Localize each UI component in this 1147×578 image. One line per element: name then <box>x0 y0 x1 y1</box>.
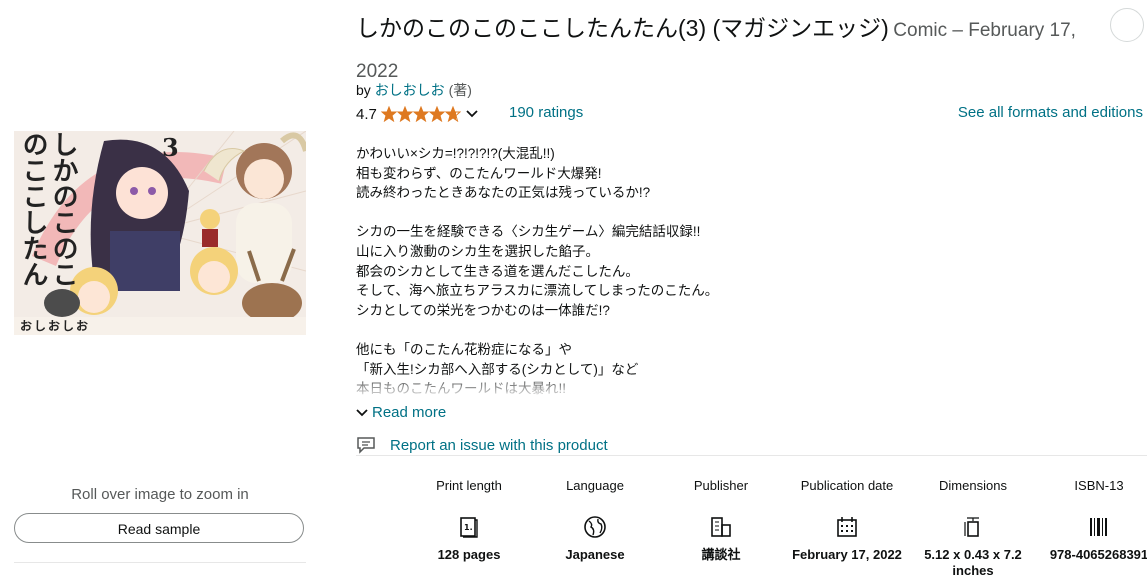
dimensions-icon <box>910 509 1036 545</box>
star-icon <box>380 106 398 122</box>
star-icon <box>396 106 414 122</box>
detail-publisher: Publisher 講談社 <box>658 477 784 563</box>
cover-author-mark: おしおしお <box>20 319 91 333</box>
author-role: (著) <box>448 82 472 98</box>
building-icon <box>658 509 784 545</box>
product-details-carousel: Print length 1. 128 pages Language Japan… <box>406 477 1147 578</box>
description-line <box>356 320 1116 340</box>
book-cover-image[interactable]: しかのこのこのここしたんたん 3 おしおしお <box>14 131 306 335</box>
rating-value: 4.7 <box>356 105 377 123</box>
description-line: 山に入り激動のシカ生を選択した餡子。 <box>356 243 599 259</box>
detail-value: February 17, 2022 <box>792 547 902 562</box>
star-icon <box>444 106 461 122</box>
description-line <box>356 203 1116 223</box>
detail-value: 5.12 x 0.43 x 7.2 inches <box>924 547 1022 578</box>
detail-print-length: Print length 1. 128 pages <box>406 477 532 563</box>
svg-text:1.: 1. <box>464 523 473 532</box>
star-icon <box>412 106 430 122</box>
detail-label: Dimensions <box>939 478 1007 493</box>
star-rating-icon <box>380 106 461 122</box>
chevron-down-icon <box>356 408 368 416</box>
rating-summary[interactable]: 4.7 <box>356 104 479 124</box>
share-button[interactable] <box>1110 8 1144 42</box>
report-issue-link[interactable]: Report an issue with this product <box>356 436 608 454</box>
report-issue-label: Report an issue with this product <box>390 436 608 454</box>
description-line: シカの一生を経験できる〈シカ生ゲーム〉編完結話収録!! <box>356 224 701 240</box>
description-line: かわいい×シカ=!?!?!?!?(大混乱!!) <box>356 146 555 161</box>
description-line: そして、海へ旅立ちアラスカに漂流してしまったのこたん。 <box>356 283 719 299</box>
detail-label: Language <box>566 478 624 493</box>
detail-value: Japanese <box>565 547 625 562</box>
ratings-count-link[interactable]: 190 ratings <box>509 104 583 121</box>
detail-publication-date: Publication date February 17, 2022 <box>784 477 910 563</box>
detail-isbn-13: ISBN-13 978-4065268391 <box>1036 477 1147 563</box>
image-column: しかのこのこのここしたんたん 3 おしおしお Roll over image t… <box>0 0 320 578</box>
byline: by おしおしお (著) <box>356 80 472 100</box>
see-all-formats-link[interactable]: See all formats and editions <box>958 104 1143 121</box>
description-line: シカとしての栄光をつかむのは一体誰だ!? <box>356 302 610 318</box>
description-fade <box>356 372 1116 400</box>
read-sample-button[interactable]: Read sample <box>14 513 304 543</box>
product-title: しかのこのこのここしたんたん(3) (マガジンエッジ) <box>356 15 889 41</box>
globe-icon <box>532 509 658 545</box>
byline-prefix: by <box>356 82 371 98</box>
detail-value: 978-4065268391 <box>1049 547 1147 562</box>
cover-volume-number: 3 <box>162 133 179 162</box>
detail-label: ISBN-13 <box>1074 478 1124 493</box>
detail-label: Print length <box>436 478 502 493</box>
description-line: 読み終わったときあなたの正気は残っているか!? <box>356 185 651 201</box>
detail-language: Language Japanese <box>532 477 658 563</box>
read-more-link[interactable]: Read more <box>356 404 446 421</box>
book-pages-icon: 1. <box>406 509 532 545</box>
divider <box>14 562 306 563</box>
detail-dimensions: Dimensions 5.12 x 0.43 x 7.2 inches <box>910 477 1036 578</box>
cover-title-vertical: しかのこのこのここしたんたん <box>18 131 78 287</box>
star-icon <box>428 106 446 122</box>
report-flag-icon <box>357 437 375 454</box>
product-details-column: しかのこのこのここしたんたん(3) (マガジンエッジ) Comic – Febr… <box>356 0 1147 578</box>
chevron-down-icon[interactable] <box>465 107 479 121</box>
detail-label: Publisher <box>693 478 749 493</box>
detail-label: Publication date <box>800 478 894 493</box>
zoom-hint: Roll over image to zoom in <box>71 486 249 503</box>
read-more-label: Read more <box>372 404 447 421</box>
description-line: 他にも「のこたん花粉症になる」や <box>356 341 572 357</box>
calendar-icon <box>784 509 910 545</box>
description-line: 都会のシカとして生きる道を選んだこしたん。 <box>356 263 639 279</box>
detail-value: 128 pages <box>437 547 501 562</box>
divider <box>356 455 1147 456</box>
description-line: 相も変わらず、のこたんワールド大爆発! <box>356 165 602 181</box>
author-link[interactable]: おしおしお <box>375 82 445 98</box>
book-description: かわいい×シカ=!?!?!?!?(大混乱!!) 相も変わらず、のこたんワールド大爆… <box>356 144 1116 400</box>
barcode-icon <box>1036 509 1147 545</box>
detail-value: 講談社 <box>701 547 741 562</box>
